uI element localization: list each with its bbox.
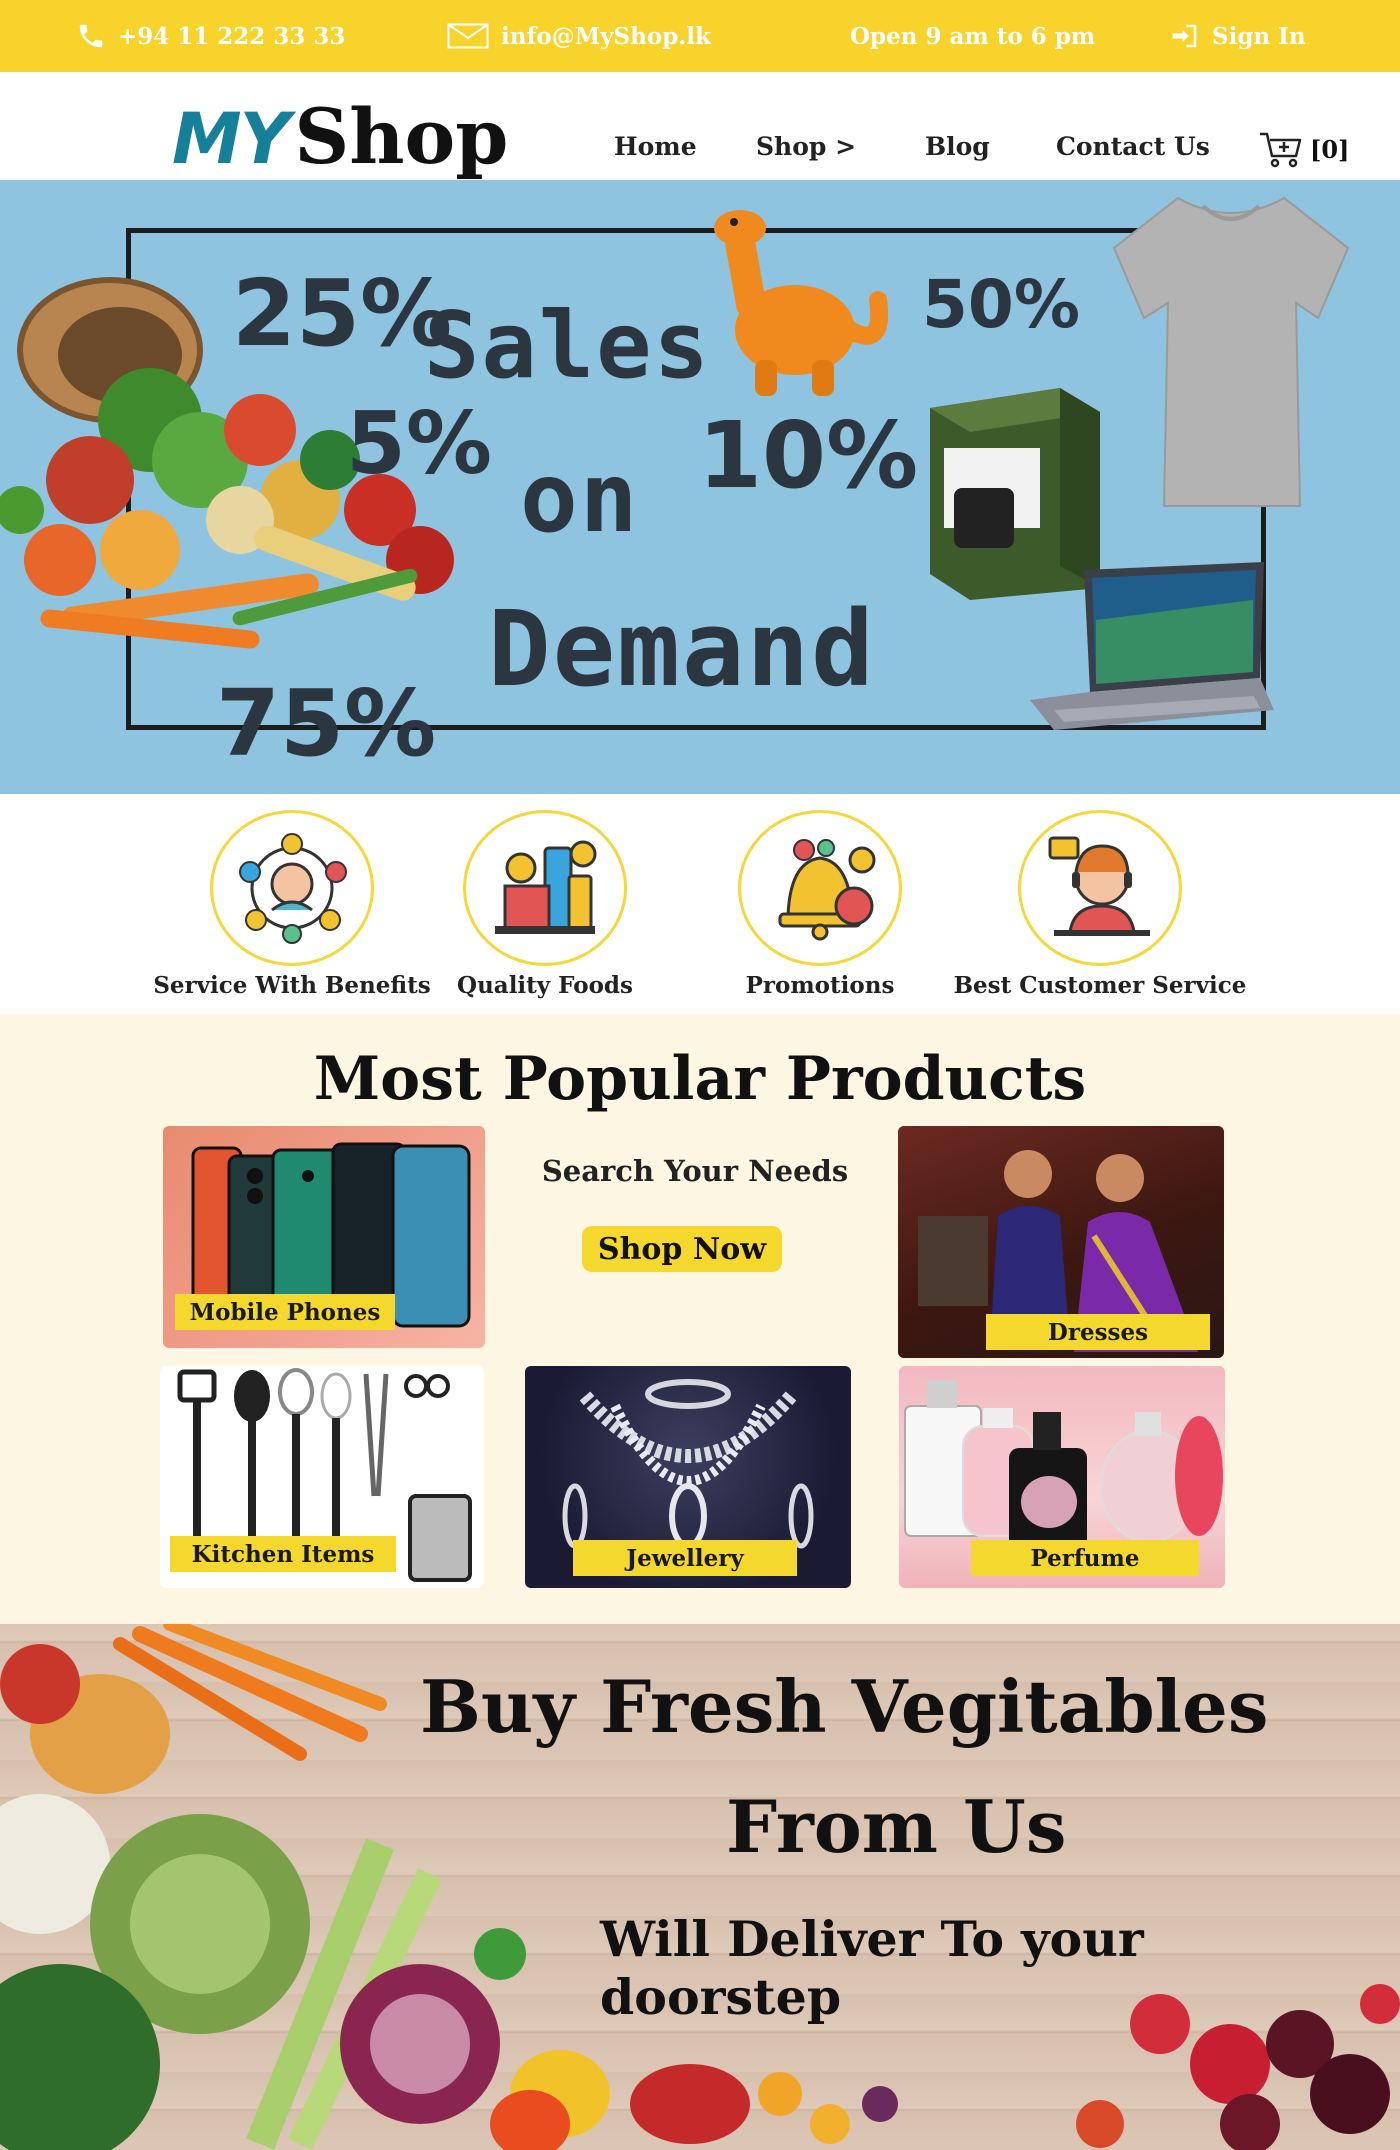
fresh-subheading: Will Deliver To your doorstep [600,1910,1144,2026]
fresh-vegetables-banner: Buy Fresh Vegitables From Us Will Delive… [0,1624,1400,2150]
discount-10: 10% [698,402,919,509]
phone-icon [79,24,103,48]
mail-icon [447,23,489,49]
opening-hours: Open 9 am to 6 pm [850,0,1095,72]
category-label: Kitchen Items [191,1540,375,1568]
laptop-image [1030,562,1274,730]
popular-products-section: Most Popular Products Mobile Phones Sear… [0,1014,1400,1624]
discount-25: 25% [232,260,453,367]
category-tag: Jewellery [573,1540,797,1576]
cart-icon [1260,132,1302,168]
quality-foods-icon [495,840,597,934]
category-card-dresses[interactable]: Dresses [898,1126,1224,1358]
category-tag: Dresses [986,1314,1210,1350]
feature-label: Best Customer Service [953,972,1247,999]
phone-number: +94 11 222 33 33 [118,22,346,50]
nav-shop[interactable]: Shop > [756,132,856,161]
category-label: Perfume [1030,1544,1140,1572]
fresh-heading-line2: From Us [726,1784,1067,1869]
feature-customer-service[interactable]: Best Customer Service [950,810,1250,999]
feature-quality-foods[interactable]: Quality Foods [420,810,670,999]
top-bar: +94 11 222 33 33 info@MyShop.lk Open 9 a… [0,0,1400,72]
nav-links: Home Shop > Blog Contact Us [0,132,1400,172]
discount-5: 5% [346,394,493,494]
feature-promotions[interactable]: Promotions [690,810,950,999]
service-benefits-icon [239,833,347,944]
cart-button[interactable]: [0] [1258,130,1349,168]
nav-contact-us[interactable]: Contact Us [1056,132,1210,161]
sign-in-link[interactable]: Sign In [1170,0,1306,72]
feature-ring [463,810,627,966]
search-your-needs-text: Search Your Needs [541,1154,849,1188]
feature-ring [210,810,374,966]
phone-contact[interactable]: +94 11 222 33 33 [76,0,345,72]
sign-in-icon [1172,24,1197,48]
feature-label: Service With Benefits [153,972,431,999]
feature-label: Promotions [745,972,895,999]
dinosaur-toy-image [714,210,889,396]
section-title: Most Popular Products [313,1044,1087,1114]
feature-ring [738,810,902,966]
category-card-mobile-phones[interactable]: Mobile Phones [163,1126,485,1348]
feature-service-benefits[interactable]: Service With Benefits [152,810,432,999]
discount-50: 50% [922,266,1080,343]
category-card-jewellery[interactable]: Jewellery [525,1366,851,1588]
shop-now-label: Shop Now [597,1231,767,1267]
discount-75: 75% [216,670,437,777]
category-card-perfume[interactable]: Perfume [899,1366,1225,1588]
customer-service-icon [1048,836,1150,936]
category-tag: Perfume [971,1540,1199,1576]
category-card-kitchen-items[interactable]: Kitchen Items [160,1366,484,1588]
fresh-heading-line1: Buy Fresh Vegitables [420,1664,1269,1749]
email-contact[interactable]: info@MyShop.lk [447,0,711,72]
main-navbar: MY Shop Home Shop > Blog Contact Us [0] [0,72,1400,181]
category-label: Jewellery [626,1544,744,1572]
category-label: Mobile Phones [189,1298,381,1326]
nav-blog[interactable]: Blog [925,132,990,161]
nav-home[interactable]: Home [614,132,697,161]
shop-now-button[interactable]: Shop Now [582,1226,782,1272]
category-tag: Kitchen Items [170,1536,396,1572]
cart-count: [0] [1310,134,1350,164]
promotions-bell-icon [778,839,876,941]
email-address: info@MyShop.lk [501,22,711,50]
features-strip: Service With Benefits Quality Foods Prom… [0,794,1400,1014]
feature-label: Quality Foods [457,972,633,999]
hero-word-demand: Demand [488,588,876,710]
sign-in-label: Sign In [1212,22,1306,50]
category-tag: Mobile Phones [175,1294,395,1330]
hero-banner: 25% 50% 5% 10% 75% Sales on Demand [0,180,1400,794]
opening-hours-text: Open 9 am to 6 pm [850,22,1096,50]
category-label: Dresses [1047,1318,1149,1346]
hero-word-on: on [520,442,640,554]
feature-ring [1018,810,1182,966]
hero-word-sales: Sales [424,292,711,399]
tshirt-image [1112,196,1350,507]
